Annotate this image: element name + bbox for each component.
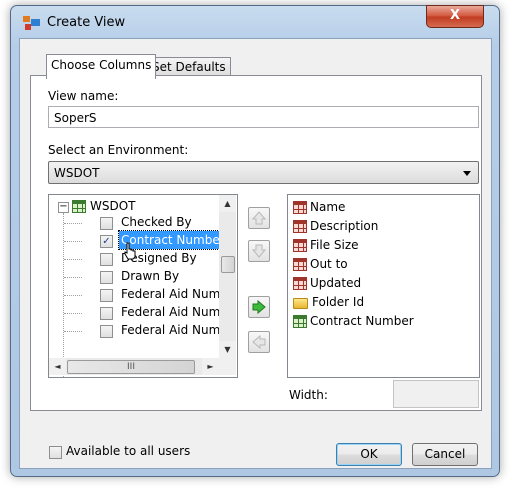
scroll-left-icon[interactable]: ◄ <box>49 358 66 375</box>
tree-vertical-scrollbar[interactable]: ▲ ▼ <box>219 195 236 358</box>
ok-button[interactable]: OK <box>336 443 402 466</box>
move-down-button[interactable] <box>248 240 270 262</box>
tab-choose-columns[interactable]: Choose Columns <box>46 54 157 79</box>
tree-line <box>64 223 82 224</box>
tree-line <box>64 331 82 332</box>
column-tree[interactable]: − WSDOT Checked By ✓ Contract Number Des… <box>48 194 238 378</box>
checkbox-checked[interactable]: ✓ <box>100 235 113 248</box>
tab-set-defaults[interactable]: Set Defaults <box>147 57 231 77</box>
hand-cursor-icon <box>124 242 136 260</box>
tree-horizontal-scrollbar[interactable]: ◄ III ► <box>49 358 219 375</box>
close-icon: X <box>449 8 461 23</box>
tree-item-label: Federal Aid Numb <box>121 323 228 337</box>
tree-item-label: Drawn By <box>121 269 180 283</box>
table-red-icon <box>293 220 307 233</box>
list-item-label: Description <box>310 219 379 233</box>
available-to-all-checkbox[interactable] <box>49 446 62 459</box>
checkbox[interactable] <box>100 307 113 320</box>
checkbox[interactable] <box>100 271 113 284</box>
width-input[interactable] <box>393 380 479 408</box>
table-green-icon <box>293 315 307 328</box>
remove-column-button[interactable] <box>248 331 270 353</box>
tree-line <box>64 259 82 260</box>
list-item-label: Folder Id <box>312 295 365 309</box>
scroll-right-icon[interactable]: ► <box>202 358 219 375</box>
checkbox[interactable] <box>100 253 113 266</box>
chevron-down-icon <box>463 171 471 176</box>
list-item-label: File Size <box>310 238 359 252</box>
selected-columns-list[interactable]: Name Description File Size Out to Update… <box>287 194 480 378</box>
table-red-icon <box>293 201 307 214</box>
available-to-all-label[interactable]: Available to all users <box>66 444 190 458</box>
table-red-icon <box>293 277 307 290</box>
table-green-icon <box>72 200 86 213</box>
app-icon <box>23 16 40 30</box>
list-item-label: Contract Number <box>310 314 414 328</box>
list-item-label: Out to <box>310 257 348 271</box>
tab-label: Set Defaults <box>152 60 226 74</box>
tree-item-label: Federal Aid Numb <box>121 287 228 301</box>
tab-label: Choose Columns <box>51 58 152 72</box>
environment-select[interactable]: WSDOT <box>48 161 479 184</box>
tree-item-label: Checked By <box>121 215 192 229</box>
width-label: Width: <box>289 388 328 402</box>
move-up-button[interactable] <box>248 207 270 229</box>
arrow-left-icon <box>252 334 266 350</box>
tree-line <box>64 241 82 242</box>
table-red-icon <box>293 258 307 271</box>
tree-line <box>64 295 82 296</box>
scroll-thumb[interactable] <box>221 256 235 273</box>
list-item-label: Updated <box>310 276 362 290</box>
checkbox[interactable] <box>100 289 113 302</box>
arrow-up-icon <box>251 211 267 225</box>
collapse-icon[interactable]: − <box>58 202 69 213</box>
cancel-button[interactable]: Cancel <box>412 443 478 466</box>
tree-line <box>64 313 82 314</box>
scroll-up-icon[interactable]: ▲ <box>219 195 236 212</box>
table-red-icon <box>293 239 307 252</box>
view-name-label: View name: <box>48 89 119 103</box>
tree-line <box>64 277 82 278</box>
tree-item-label: Federal Aid Numb <box>121 305 228 319</box>
arrow-down-icon <box>251 244 267 258</box>
list-item-label: Name <box>310 200 346 214</box>
scroll-thumb[interactable]: III <box>67 360 195 374</box>
folder-icon <box>293 298 308 309</box>
close-button[interactable]: X <box>426 5 484 28</box>
arrow-right-icon <box>252 299 266 315</box>
add-column-button[interactable] <box>248 296 270 318</box>
checkbox[interactable] <box>100 325 113 338</box>
scroll-down-icon[interactable]: ▼ <box>219 341 236 358</box>
view-name-input[interactable]: SoperS <box>48 106 479 128</box>
environment-label: Select an Environment: <box>48 143 189 157</box>
scroll-corner <box>219 358 236 375</box>
environment-value: WSDOT <box>54 166 100 180</box>
window-title: Create View <box>47 15 126 30</box>
checkbox[interactable] <box>100 217 113 230</box>
